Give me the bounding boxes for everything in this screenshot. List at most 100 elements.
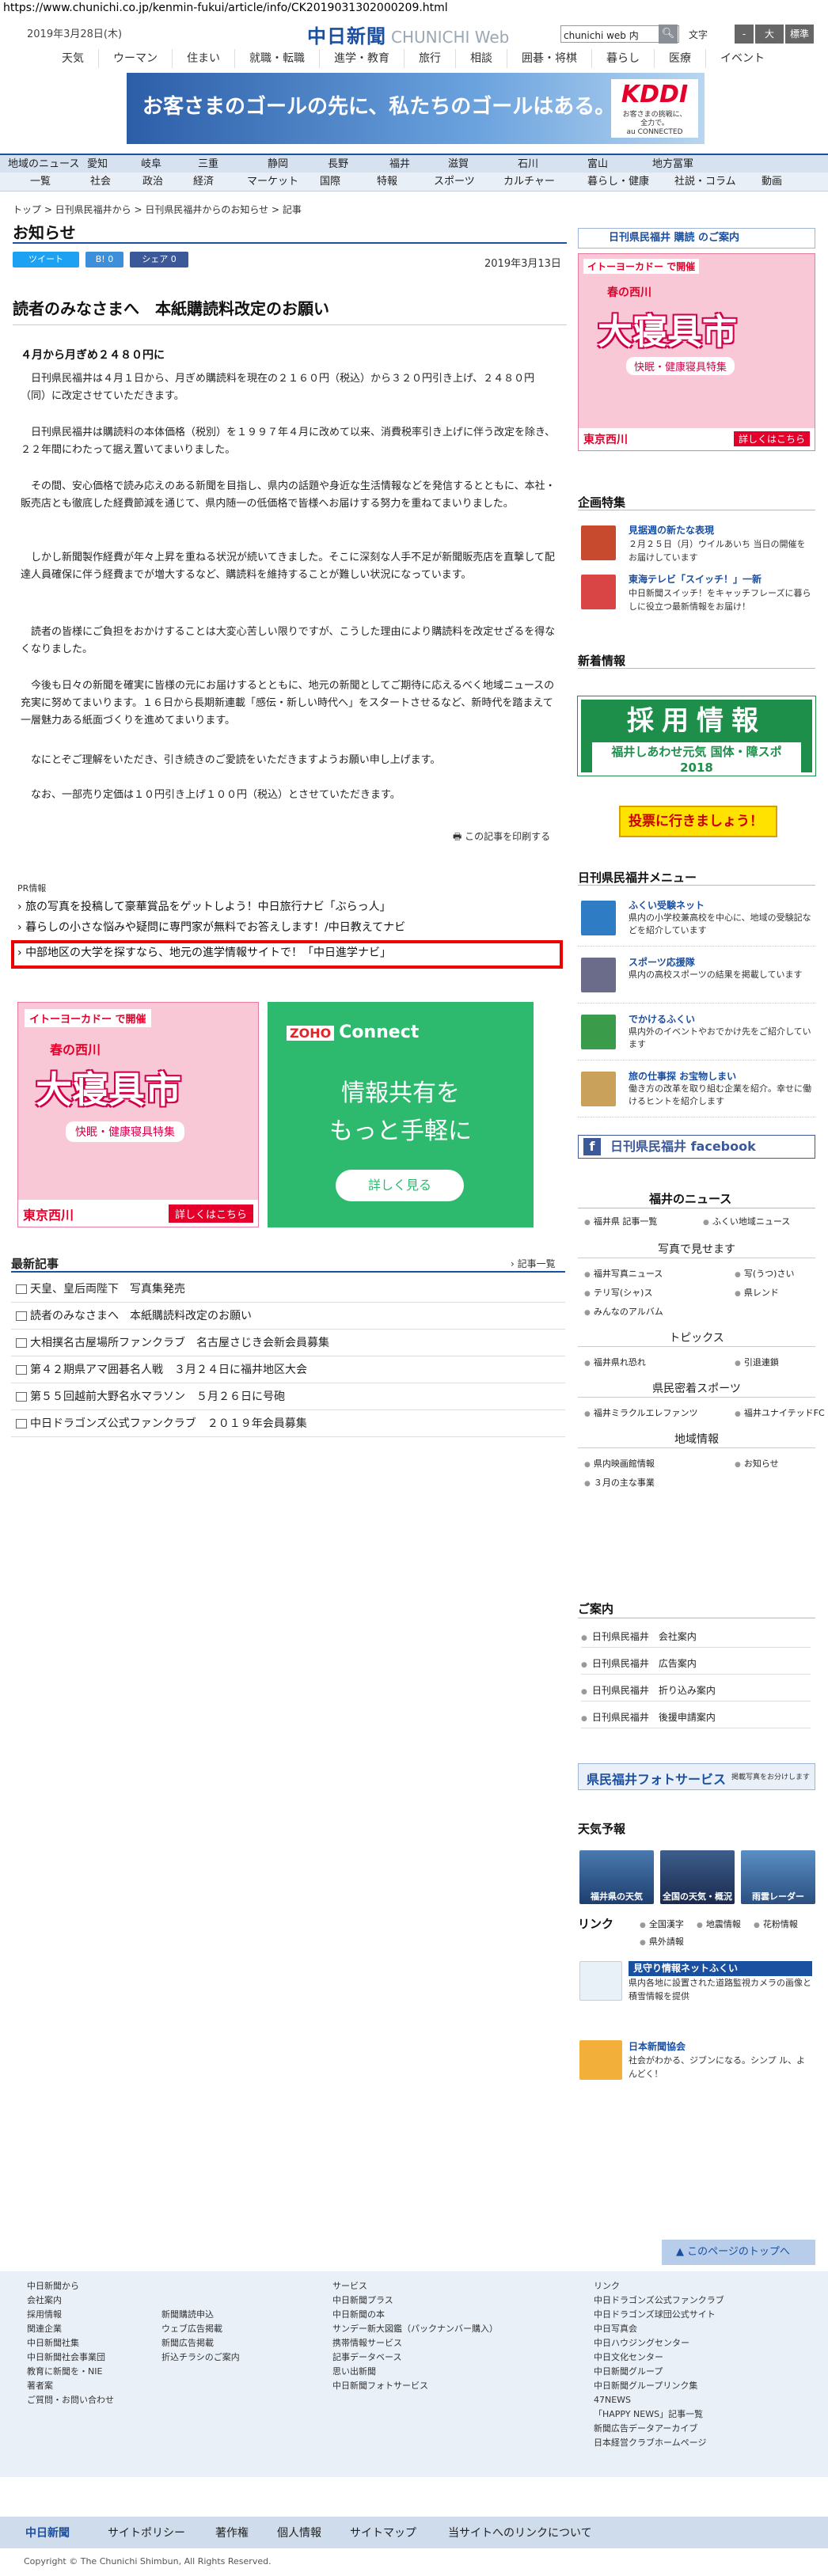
footer-link[interactable]: 中日ハウジングセンター xyxy=(594,2336,724,2350)
newsbrain-link[interactable]: 日本新聞協会 社会がわかる、ジブンになる。シンプ ル、よんどく！ xyxy=(578,2039,815,2086)
news-link[interactable]: 福井県 記事一覧 xyxy=(584,1214,658,1231)
menu-item[interactable]: スポーツ応援隊 県内の高校スポーツの結果を掲載しています xyxy=(578,953,815,1003)
global-nav-item[interactable]: 就職・転職 xyxy=(234,49,319,68)
photo-link[interactable]: 県レンド xyxy=(735,1285,779,1302)
annai-link[interactable]: 日刊県民福井 折り込み案内 xyxy=(581,1679,811,1702)
footer-link[interactable]: 中日新聞フォトサービス xyxy=(332,2379,498,2393)
category-nav-item[interactable]: 暮らし・健康 xyxy=(587,173,649,192)
footer-link[interactable]: 中日新聞社集 xyxy=(27,2336,114,2350)
site-logo[interactable]: 中日新聞 CHUNICHI Web xyxy=(307,21,521,47)
global-nav-item[interactable]: イベント xyxy=(705,49,779,68)
chiiki-link[interactable]: 県内映画館情報 xyxy=(584,1456,655,1473)
latest-item[interactable]: 第５５回越前大野名水マラソン ５月２６日に号砲 xyxy=(11,1383,565,1410)
link-item[interactable]: 県外請報 xyxy=(640,1934,684,1951)
hatena-button[interactable]: B! 0 xyxy=(85,252,123,267)
footer-link[interactable]: 47NEWS xyxy=(594,2393,724,2407)
footer-link[interactable]: サンデー新大図鑑（パックナンバー購入） xyxy=(332,2322,498,2336)
annai-link[interactable]: 日刊県民福井 広告案内 xyxy=(581,1652,811,1675)
footer-link[interactable]: 記事データベース xyxy=(332,2350,498,2365)
latest-item[interactable]: 大相撲名古屋場所ファンクラブ 名古屋さじき会新会員募集 xyxy=(11,1330,565,1356)
region-nav-item[interactable]: 地域のニュース xyxy=(8,155,79,174)
subscribe-box[interactable]: 日刊県民福井 購読 のご案内 xyxy=(578,228,815,248)
category-nav-item[interactable]: 国際 xyxy=(320,173,340,192)
chiiki-link[interactable]: お知らせ xyxy=(735,1456,779,1473)
footer-nav-item[interactable]: 中日新聞 xyxy=(25,2525,70,2540)
news-link[interactable]: ふくい地域ニュース xyxy=(703,1214,790,1231)
facebook-share-button[interactable]: シェア 0 xyxy=(130,252,188,267)
footer-link[interactable]: 中日文化センター xyxy=(594,2350,724,2365)
sports-link[interactable]: 福井ユナイテッドFC xyxy=(735,1406,825,1422)
global-nav-item[interactable]: 囲碁・将棋 xyxy=(507,49,591,68)
footer-link[interactable]: 中日ドラゴンズ公式ファンクラブ xyxy=(594,2293,724,2308)
footer-link[interactable]: 著者案 xyxy=(27,2379,114,2393)
tweet-button[interactable]: ツイート xyxy=(13,252,79,267)
zoho-cta-button[interactable]: 詳しく見る xyxy=(336,1170,464,1201)
menu-item[interactable]: 旅の仕事探 お宝物しまい 働き方の改革を取り組む企業を紹介。幸せに働けるヒントを紹… xyxy=(578,1067,815,1117)
region-nav-item[interactable]: 滋賀 xyxy=(448,155,469,174)
photo-service-banner[interactable]: 県民福井フォトサービス 掲載写真をお分けします xyxy=(578,1763,815,1790)
annai-link[interactable]: 日刊県民福井 後援申請案内 xyxy=(581,1706,811,1728)
latest-item[interactable]: 読者のみなさまへ 本紙購読料改定のお願い xyxy=(11,1303,565,1330)
link-item[interactable]: 全国漢字 xyxy=(640,1917,684,1933)
category-nav-item[interactable]: 政治 xyxy=(142,173,163,192)
region-nav-item[interactable]: 静岡 xyxy=(268,155,288,174)
font-standard-button[interactable]: 標準 xyxy=(785,25,814,44)
footer-link[interactable]: 採用情報 xyxy=(27,2308,114,2322)
address-bar[interactable]: https://www.chunichi.co.jp/kenmin-fukui/… xyxy=(0,0,448,17)
region-nav-item[interactable]: 福井 xyxy=(389,155,410,174)
footer-link[interactable]: 中日新聞の本 xyxy=(332,2308,498,2322)
font-normal-button[interactable]: - xyxy=(735,25,754,44)
category-nav-item[interactable]: 一覧 xyxy=(30,173,51,192)
footer-nav-item[interactable]: 個人情報 xyxy=(277,2525,321,2540)
category-nav-item[interactable]: 社説・コラム xyxy=(674,173,736,192)
sports-link[interactable]: 福井ミラクルエレファンツ xyxy=(584,1406,698,1422)
region-nav-item[interactable]: 富山 xyxy=(587,155,608,174)
footer-link[interactable]: 折込チラシのご案内 xyxy=(161,2350,240,2365)
footer-link[interactable]: 「HAPPY NEWS」記事一覧 xyxy=(594,2407,724,2422)
kddi-banner[interactable]: お客さまのゴールの先に、私たちのゴールはある。 KDDI お客さまの挑戦に、 全力で… xyxy=(127,73,705,144)
footer-link[interactable]: 会社案内 xyxy=(27,2293,114,2308)
footer-nav-item[interactable]: 著作権 xyxy=(215,2525,249,2540)
ito-yokado-ad[interactable]: イトーヨーカドー で開催 春の西川 大寝具市 快眠・健康寝具特集 東京西川 詳しく… xyxy=(17,1002,259,1227)
menu-item[interactable]: でかけるふくい 県内外のイベントやおでかけ先をご紹介しています xyxy=(578,1010,815,1060)
footer-link[interactable]: 中日新聞グループ xyxy=(594,2365,724,2379)
photo-link[interactable]: 福井写真ニュース xyxy=(584,1266,663,1283)
footer-link[interactable]: 関連企業 xyxy=(27,2322,114,2336)
search-icon[interactable]: 🔍︎ xyxy=(659,25,678,44)
weather-national[interactable]: 全国の天気・概況 xyxy=(660,1850,735,1904)
footer-link[interactable]: ご質問・お問い合わせ xyxy=(27,2393,114,2407)
footer-link[interactable]: 中日ドラゴンズ球団公式サイト xyxy=(594,2308,724,2322)
link-item[interactable]: 花粉情報 xyxy=(754,1917,798,1933)
footer-link[interactable]: 新聞広告データアーカイブ xyxy=(594,2422,724,2436)
print-link[interactable]: 🖶︎ この記事を印刷する xyxy=(453,829,550,846)
latest-item[interactable]: 天皇、皇后両陛下 写真集発売 xyxy=(11,1276,565,1303)
global-nav-item[interactable]: ウーマン xyxy=(98,49,172,68)
category-nav-item[interactable]: 社会 xyxy=(90,173,111,192)
footer-nav-item[interactable]: 当サイトへのリンクについて xyxy=(448,2525,592,2540)
region-nav-item[interactable]: 愛知 xyxy=(87,155,108,174)
article-list-link[interactable]: › 記事一覧 xyxy=(511,1257,556,1270)
global-nav-item[interactable]: 相談 xyxy=(455,49,507,68)
kikaku-item[interactable]: 東海テレビ「スイッチ！」一新 中日新聞スイッチ！をキャッチフレーズに暮らしに役立つ… xyxy=(578,571,815,613)
footer-link[interactable]: ウェブ広告掲載 xyxy=(161,2322,240,2336)
photo-link[interactable]: 写(うつ)さい xyxy=(735,1266,795,1283)
ad-more-button[interactable]: 詳しくはこちら xyxy=(733,431,810,446)
global-nav-item[interactable]: 医療 xyxy=(654,49,705,68)
footer-link[interactable]: 思い出新聞 xyxy=(332,2365,498,2379)
category-nav-item[interactable]: カルチャー xyxy=(503,173,555,192)
footer-link[interactable]: 教育に新聞を・NIE xyxy=(27,2365,114,2379)
chiiki-link[interactable]: ３月の主な事業 xyxy=(584,1475,655,1492)
footer-link[interactable]: 新聞広告掲載 xyxy=(161,2336,240,2350)
region-nav-item[interactable]: 長野 xyxy=(328,155,348,174)
region-nav-item[interactable]: 石川 xyxy=(518,155,538,174)
font-large-button[interactable]: 大 xyxy=(755,25,784,44)
weather-radar[interactable]: 雨雲レーダー xyxy=(741,1850,815,1904)
ad-more-button[interactable]: 詳しくはこちら xyxy=(168,1205,253,1223)
region-nav-item[interactable]: 三重 xyxy=(198,155,218,174)
footer-link[interactable]: 新聞購読申込 xyxy=(161,2308,240,2322)
ito-yokado-side-ad[interactable]: イトーヨーカドー で開催 春の西川 大寝具市 快眠・健康寝具特集 東京西川 詳しく… xyxy=(578,253,815,451)
footer-link[interactable]: 中日写真会 xyxy=(594,2322,724,2336)
footer-link[interactable]: 携帯情報サービス xyxy=(332,2336,498,2350)
back-to-top-button[interactable]: ▲ このページのトップへ xyxy=(662,2240,815,2265)
breadcrumb[interactable]: トップ > 日刊県民福井から > 日刊県民福井からのお知らせ > 記事 xyxy=(13,203,302,216)
